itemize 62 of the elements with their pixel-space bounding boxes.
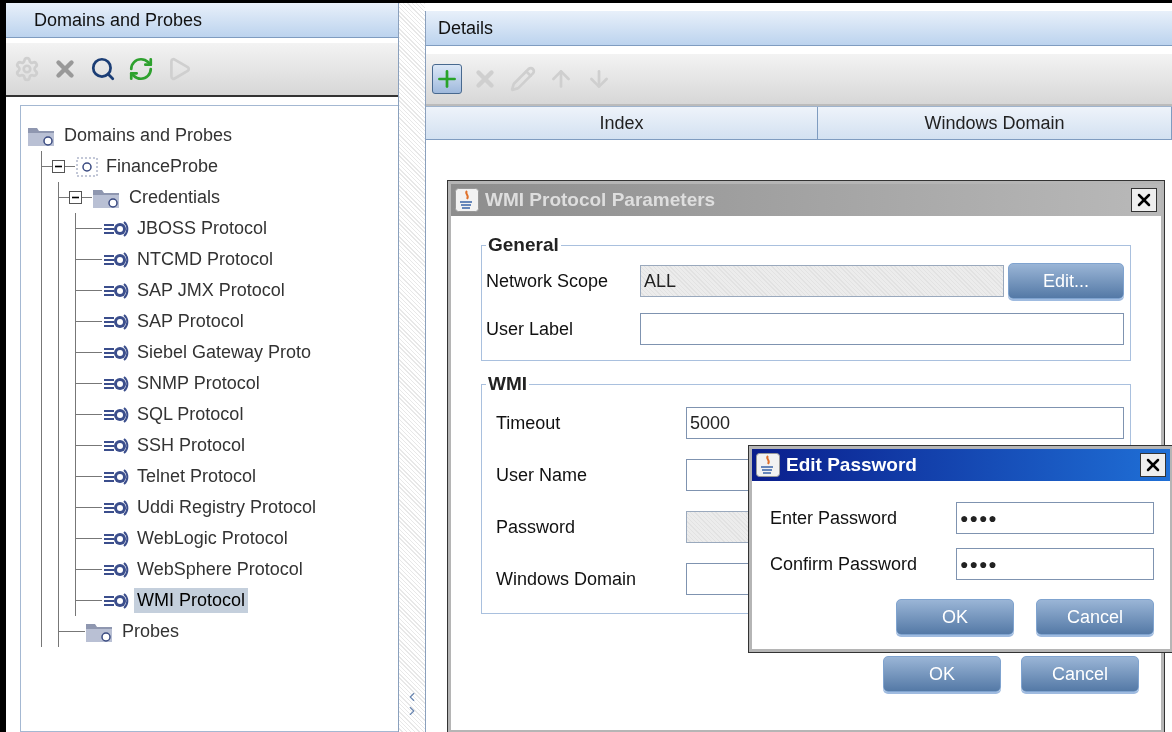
field-label: User Label: [486, 318, 575, 340]
protocol-icon: [102, 311, 130, 332]
collapse-toggle-icon[interactable]: [69, 191, 82, 204]
add-tool-button[interactable]: [432, 64, 462, 94]
dialog-title: Edit Password: [786, 454, 918, 476]
input-field[interactable]: 5000: [686, 407, 1124, 439]
field-label: Confirm Password: [770, 553, 919, 575]
tree-item[interactable]: Telnet Protocol: [134, 464, 260, 489]
protocol-icon: [102, 218, 130, 239]
password-field[interactable]: ●●●●: [956, 548, 1154, 580]
field-label: Timeout: [496, 412, 562, 434]
collapse-toggle-icon[interactable]: [52, 160, 65, 173]
protocol-icon: [102, 373, 130, 394]
panel-title: Details: [426, 11, 1172, 46]
field-label: Windows Domain: [496, 568, 638, 590]
field-label: User Name: [496, 464, 589, 486]
protocol-icon: [102, 342, 130, 363]
tree-item[interactable]: FinanceProbe: [103, 154, 222, 179]
tree-item[interactable]: SAP JMX Protocol: [134, 278, 288, 303]
protocol-icon: [102, 435, 130, 456]
tree-item[interactable]: Probes: [119, 619, 183, 644]
protocol-icon: [102, 590, 130, 611]
cup-icon: [756, 453, 780, 477]
column-header[interactable]: Windows Domain: [818, 107, 1172, 139]
field-label: Password: [496, 516, 577, 538]
panel-title: Domains and Probes: [6, 3, 398, 38]
tree-item[interactable]: SAP Protocol: [134, 309, 247, 334]
dialog-title: WMI Protocol Parameters: [485, 189, 717, 211]
tree-item[interactable]: Credentials: [126, 185, 224, 210]
tree-item[interactable]: Siebel Gateway Proto: [134, 340, 315, 365]
group-title: WMI: [487, 373, 529, 395]
tree-item[interactable]: WMI Protocol: [134, 588, 249, 613]
pencil-icon: [510, 66, 536, 92]
refresh-icon: [128, 56, 154, 82]
cup-icon: [455, 188, 479, 212]
search-icon: [90, 56, 116, 82]
protocol-icon: [102, 404, 130, 425]
field-label: Network Scope: [486, 270, 610, 292]
tree-item[interactable]: JBOSS Protocol: [134, 216, 271, 241]
tree-item[interactable]: Uddi Registry Protocol: [134, 495, 320, 520]
input-field[interactable]: [640, 313, 1124, 345]
tree-item[interactable]: SNMP Protocol: [134, 371, 263, 396]
protocol-icon: [102, 280, 130, 301]
protocol-icon: [102, 466, 130, 487]
probe-icon: [75, 155, 99, 178]
tree-item[interactable]: SSH Protocol: [134, 433, 249, 458]
tree-item[interactable]: Domains and Probes: [61, 123, 236, 148]
close-button[interactable]: [1131, 188, 1157, 212]
gear-icon: [14, 56, 40, 82]
password-field[interactable]: ●●●●: [956, 502, 1154, 534]
protocol-icon: [102, 559, 130, 580]
protocol-icon: [102, 249, 130, 270]
group-title: General: [487, 234, 560, 256]
column-header[interactable]: Index: [426, 107, 818, 139]
tree-item[interactable]: SQL Protocol: [134, 402, 247, 427]
tree-item[interactable]: WebLogic Protocol: [134, 526, 291, 551]
protocol-icon: [102, 497, 130, 518]
field-label: Enter Password: [770, 507, 899, 529]
protocol-icon: [102, 528, 130, 549]
close-button[interactable]: [1140, 453, 1166, 477]
tree-item[interactable]: WebSphere Protocol: [134, 557, 306, 582]
tree-item[interactable]: NTCMD Protocol: [134, 247, 277, 272]
